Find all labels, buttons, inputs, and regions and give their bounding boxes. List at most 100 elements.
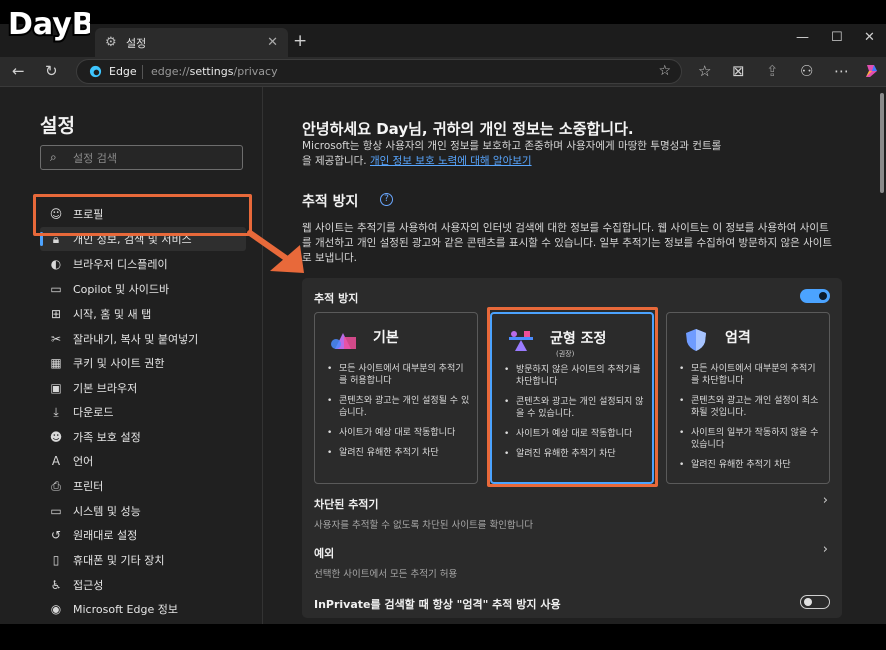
card-bullet: 사이트가 예상 대로 작동합니다: [502, 428, 648, 440]
sidebar-item-privacy[interactable]: 🔒︎ 개인 정보, 검색 및 서비스: [40, 227, 246, 251]
privacy-learn-more-link[interactable]: 개인 정보 보호 노력에 대해 알아보기: [370, 155, 532, 167]
reset-icon: ↺: [50, 528, 62, 542]
maximize-icon[interactable]: ☐: [831, 30, 843, 45]
section-title: 추적 방지: [302, 194, 359, 210]
collections-icon[interactable]: ⊠: [732, 62, 745, 80]
card-bullet: 알려진 유해한 추적기 차단: [677, 459, 823, 471]
browser-window: ⚙ 설정 ✕ + — ☐ ✕ ← ↻ Edge edge://settings/…: [0, 24, 886, 624]
close-window-icon[interactable]: ✕: [864, 30, 875, 45]
tab-bar: ⚙ 설정 ✕ + — ☐ ✕: [0, 24, 886, 57]
profile-icon: ☺: [49, 207, 63, 221]
tab-settings[interactable]: ⚙ 설정 ✕: [95, 28, 288, 57]
card-bullet: 모든 사이트에서 대부분의 추적기를 차단합니다: [677, 363, 823, 387]
sidebar-item-phone[interactable]: ▯ 휴대폰 및 기타 장치: [40, 548, 246, 572]
address-bar[interactable]: Edge edge://settings/privacy ☆: [76, 59, 682, 84]
refresh-icon[interactable]: ↻: [45, 62, 58, 80]
sidebar-item-label: 언어: [73, 455, 94, 468]
card-bullets: 방문하지 않은 사이트의 추적기를 차단합니다 콘텐츠와 광고는 개인 설정되지…: [502, 364, 648, 468]
dayb-logo-graphic: DayB: [6, 5, 97, 44]
scrollbar-thumb[interactable]: [880, 93, 884, 193]
card-bullet: 콘텐츠와 광고는 개인 설정되지 않을 수 있습니다.: [502, 396, 648, 420]
tracking-toggle[interactable]: [800, 289, 830, 303]
settings-main: 안녕하세요 Day님, 귀하의 개인 정보는 소중합니다. Microsoft는…: [264, 87, 886, 624]
sidebar-item-default-browser[interactable]: ▣ 기본 브라우저: [40, 376, 246, 400]
sidebar-item-label: 프린터: [73, 480, 104, 493]
sidebar-item-clipboard[interactable]: ✂ 잘라내기, 복사 및 붙여넣기: [40, 327, 246, 351]
sidebar-item-reset[interactable]: ↺ 원래대로 설정: [40, 523, 246, 547]
start-icon: ⊞: [50, 307, 62, 321]
sidebar-item-label: 가족 보호 설정: [73, 431, 141, 444]
extensions-icon[interactable]: ⚇: [800, 62, 813, 80]
copilot-icon[interactable]: [864, 63, 880, 79]
card-bullet: 모든 사이트에서 대부분의 추적기를 허용합니다: [325, 363, 471, 387]
clipboard-icon: ✂: [50, 332, 62, 346]
url-prefix: edge://: [151, 65, 190, 78]
sidebar-item-label: 휴대폰 및 기타 장치: [73, 554, 165, 567]
sidebar-item-downloads[interactable]: ⤓ 다운로드: [40, 400, 246, 424]
favorites-icon[interactable]: ☆: [698, 62, 711, 80]
edge-icon: ◉: [50, 602, 62, 616]
chevron-right-icon: ›: [822, 493, 828, 508]
sidebar-item-label: 다운로드: [73, 406, 114, 419]
inprivate-toggle[interactable]: [800, 595, 830, 609]
tab-label: 설정: [126, 36, 147, 50]
url-text: edge://settings/privacy: [151, 65, 278, 78]
card-basic[interactable]: 기본 모든 사이트에서 대부분의 추적기를 허용합니다 콘텐츠와 광고는 개인 …: [314, 312, 478, 484]
sidebar-item-start[interactable]: ⊞ 시작, 홈 및 새 탭: [40, 302, 246, 326]
panel-title: 추적 방지: [314, 292, 359, 305]
sidebar-item-label: 잘라내기, 복사 및 붙여넣기: [73, 333, 199, 346]
card-bullet: 사이트가 예상 대로 작동합니다: [325, 427, 471, 439]
card-bullet: 알려진 유해한 추적기 차단: [325, 447, 471, 459]
sidebar-item-label: 기본 브라우저: [73, 382, 138, 395]
settings-sidebar: 설정 ⌕ ☺프로필 🔒︎개인 정보, 검색 및 서비스 ◐브라우저 디스플레이 …: [0, 87, 263, 624]
favorite-star-icon[interactable]: ☆: [658, 63, 671, 79]
download-icon: ⤓: [53, 404, 59, 419]
sidebar-item-label: 접근성: [73, 579, 104, 592]
card-strict[interactable]: 엄격 모든 사이트에서 대부분의 추적기를 차단합니다 콘텐츠와 광고는 개인 …: [666, 312, 830, 484]
sidebar-item-label: 시작, 홈 및 새 탭: [73, 308, 152, 321]
sidebar-item-family[interactable]: ☻ 가족 보호 설정: [40, 425, 246, 449]
annotation-arrow-icon: [247, 230, 304, 273]
new-tab-button[interactable]: +: [293, 31, 307, 51]
more-menu-icon[interactable]: ⋯: [834, 62, 849, 80]
browser-icon: ▣: [50, 381, 62, 395]
gear-icon: ⚙: [105, 35, 117, 50]
sidebar-item-accessibility[interactable]: ♿︎ 접근성: [40, 573, 246, 597]
edge-logo-icon: [89, 65, 102, 78]
sidebar-item-label: Microsoft Edge 정보: [73, 603, 178, 616]
tracking-panel: 추적 방지 기본 모든 사이트에서 대부분의 추적기를 허용합니다 콘텐츠와 광…: [302, 278, 842, 618]
back-icon[interactable]: ←: [12, 62, 25, 80]
sidebar-item-profile[interactable]: ☺ 프로필: [40, 202, 246, 226]
exceptions-sub: 선택한 사이트에서 모든 추적기 허용: [314, 569, 458, 580]
sidebar-item-about[interactable]: ◉ Microsoft Edge 정보: [40, 597, 246, 621]
minimize-icon[interactable]: —: [796, 30, 809, 45]
card-bullet: 알려진 유해한 추적기 차단: [502, 448, 648, 460]
sidebar-item-cookies[interactable]: ▦ 쿠키 및 사이트 권한: [40, 351, 246, 375]
language-icon: A: [51, 454, 61, 468]
share-icon[interactable]: ⇪: [766, 62, 779, 80]
sidebar-item-label: 개인 정보, 검색 및 서비스: [73, 233, 192, 246]
sidebar-item-appearance[interactable]: ◐ 브라우저 디스플레이: [40, 252, 246, 276]
basic-shapes-icon: [331, 333, 356, 349]
card-bullet: 사이트의 일부가 작동하지 않을 수 있습니다: [677, 427, 823, 451]
screenshot-frame: DayB ⚙ 설정 ✕ + — ☐ ✕ ← ↻ Edge edge://sett…: [0, 0, 886, 650]
blocked-trackers-title: 차단된 추적기: [314, 498, 379, 511]
dayb-logo: DayB: [4, 2, 97, 44]
close-tab-icon[interactable]: ✕: [267, 35, 278, 50]
card-bullets: 모든 사이트에서 대부분의 추적기를 허용합니다 콘텐츠와 광고는 개인 설정될…: [325, 363, 471, 467]
accessibility-icon: ♿︎: [50, 578, 62, 592]
card-balanced[interactable]: 균형 조정 (권장) 방문하지 않은 사이트의 추적기를 차단합니다 콘텐츠와 …: [490, 312, 654, 484]
search-input[interactable]: [73, 149, 233, 167]
url-path: /privacy: [233, 65, 278, 78]
blocked-trackers-sub: 사용자를 추적할 수 없도록 차단된 사이트를 확인합니다: [314, 520, 534, 531]
sidebar-item-printers[interactable]: ⎙ 프린터: [40, 474, 246, 498]
help-icon[interactable]: ?: [380, 193, 393, 206]
url-host: settings: [189, 65, 234, 78]
card-title: 기본: [373, 330, 399, 346]
sidebar-item-system[interactable]: ▭ 시스템 및 성능: [40, 499, 246, 523]
sidebar-item-languages[interactable]: A 언어: [40, 449, 246, 473]
card-bullet: 콘텐츠와 광고는 개인 설정이 최소화될 것입니다.: [677, 395, 823, 419]
settings-search[interactable]: ⌕: [40, 145, 243, 170]
phone-icon: ▯: [52, 553, 60, 567]
sidebar-item-copilot[interactable]: ▭ Copilot 및 사이드바: [40, 277, 246, 301]
